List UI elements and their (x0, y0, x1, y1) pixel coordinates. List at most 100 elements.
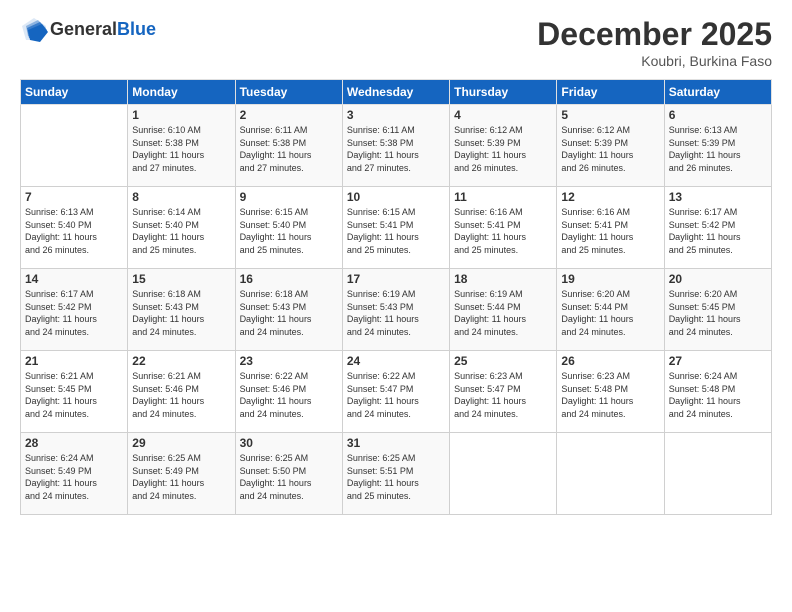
logo-blue: Blue (117, 19, 156, 39)
day-number: 31 (347, 436, 445, 450)
day-number: 6 (669, 108, 767, 122)
day-info: Sunrise: 6:19 AM Sunset: 5:44 PM Dayligh… (454, 288, 552, 338)
weekday-header-row: SundayMondayTuesdayWednesdayThursdayFrid… (21, 80, 772, 105)
day-number: 20 (669, 272, 767, 286)
calendar-cell: 3 Sunrise: 6:11 AM Sunset: 5:38 PM Daylig… (342, 105, 449, 187)
day-info: Sunrise: 6:23 AM Sunset: 5:47 PM Dayligh… (454, 370, 552, 420)
day-number: 5 (561, 108, 659, 122)
logo-text: GeneralBlue (50, 20, 156, 40)
day-number: 17 (347, 272, 445, 286)
day-info: Sunrise: 6:22 AM Sunset: 5:47 PM Dayligh… (347, 370, 445, 420)
calendar-cell: 15 Sunrise: 6:18 AM Sunset: 5:43 PM Dayli… (128, 269, 235, 351)
day-info: Sunrise: 6:23 AM Sunset: 5:48 PM Dayligh… (561, 370, 659, 420)
calendar-cell: 18 Sunrise: 6:19 AM Sunset: 5:44 PM Dayli… (450, 269, 557, 351)
calendar-cell: 12 Sunrise: 6:16 AM Sunset: 5:41 PM Dayli… (557, 187, 664, 269)
calendar-body: 1Sunrise: 6:10 AM Sunset: 5:38 PM Daylig… (21, 105, 772, 515)
day-number: 3 (347, 108, 445, 122)
weekday-header: Thursday (450, 80, 557, 105)
calendar-week-row: 21 Sunrise: 6:21 AM Sunset: 5:45 PM Dayli… (21, 351, 772, 433)
calendar: SundayMondayTuesdayWednesdayThursdayFrid… (20, 79, 772, 515)
day-number: 23 (240, 354, 338, 368)
page: GeneralBlue December 2025 Koubri, Burkin… (0, 0, 792, 612)
day-number: 21 (25, 354, 123, 368)
day-number: 11 (454, 190, 552, 204)
day-number: 14 (25, 272, 123, 286)
day-info: Sunrise: 6:21 AM Sunset: 5:46 PM Dayligh… (132, 370, 230, 420)
day-info: Sunrise: 6:11 AM Sunset: 5:38 PM Dayligh… (347, 124, 445, 174)
day-info: Sunrise: 6:15 AM Sunset: 5:41 PM Dayligh… (347, 206, 445, 256)
calendar-cell (664, 433, 771, 515)
calendar-cell: 1Sunrise: 6:10 AM Sunset: 5:38 PM Daylig… (128, 105, 235, 187)
weekday-header: Wednesday (342, 80, 449, 105)
day-info: Sunrise: 6:17 AM Sunset: 5:42 PM Dayligh… (669, 206, 767, 256)
day-info: Sunrise: 6:24 AM Sunset: 5:49 PM Dayligh… (25, 452, 123, 502)
calendar-week-row: 14 Sunrise: 6:17 AM Sunset: 5:42 PM Dayli… (21, 269, 772, 351)
day-number: 8 (132, 190, 230, 204)
logo: GeneralBlue (20, 16, 156, 44)
day-number: 7 (25, 190, 123, 204)
day-info: Sunrise: 6:25 AM Sunset: 5:51 PM Dayligh… (347, 452, 445, 502)
day-info: Sunrise: 6:25 AM Sunset: 5:49 PM Dayligh… (132, 452, 230, 502)
calendar-cell: 16 Sunrise: 6:18 AM Sunset: 5:43 PM Dayli… (235, 269, 342, 351)
day-number: 19 (561, 272, 659, 286)
day-number: 2 (240, 108, 338, 122)
calendar-week-row: 28 Sunrise: 6:24 AM Sunset: 5:49 PM Dayli… (21, 433, 772, 515)
day-info: Sunrise: 6:21 AM Sunset: 5:45 PM Dayligh… (25, 370, 123, 420)
calendar-cell: 31 Sunrise: 6:25 AM Sunset: 5:51 PM Dayli… (342, 433, 449, 515)
day-number: 24 (347, 354, 445, 368)
day-number: 25 (454, 354, 552, 368)
calendar-cell: 2 Sunrise: 6:11 AM Sunset: 5:38 PM Daylig… (235, 105, 342, 187)
calendar-cell: 26 Sunrise: 6:23 AM Sunset: 5:48 PM Dayli… (557, 351, 664, 433)
calendar-cell: 22 Sunrise: 6:21 AM Sunset: 5:46 PM Dayli… (128, 351, 235, 433)
calendar-cell: 19 Sunrise: 6:20 AM Sunset: 5:44 PM Dayli… (557, 269, 664, 351)
day-number: 22 (132, 354, 230, 368)
day-info: Sunrise: 6:12 AM Sunset: 5:39 PM Dayligh… (454, 124, 552, 174)
day-number: 29 (132, 436, 230, 450)
weekday-header: Tuesday (235, 80, 342, 105)
day-info: Sunrise: 6:11 AM Sunset: 5:38 PM Dayligh… (240, 124, 338, 174)
day-info: Sunrise: 6:13 AM Sunset: 5:40 PM Dayligh… (25, 206, 123, 256)
weekday-header: Friday (557, 80, 664, 105)
day-info: Sunrise: 6:10 AM Sunset: 5:38 PM Dayligh… (132, 124, 230, 174)
day-info: Sunrise: 6:15 AM Sunset: 5:40 PM Dayligh… (240, 206, 338, 256)
month-title: December 2025 (537, 16, 772, 53)
calendar-cell: 25 Sunrise: 6:23 AM Sunset: 5:47 PM Dayli… (450, 351, 557, 433)
calendar-cell: 29 Sunrise: 6:25 AM Sunset: 5:49 PM Dayli… (128, 433, 235, 515)
logo-icon (20, 16, 48, 44)
day-info: Sunrise: 6:25 AM Sunset: 5:50 PM Dayligh… (240, 452, 338, 502)
day-info: Sunrise: 6:13 AM Sunset: 5:39 PM Dayligh… (669, 124, 767, 174)
calendar-cell: 28 Sunrise: 6:24 AM Sunset: 5:49 PM Dayli… (21, 433, 128, 515)
day-info: Sunrise: 6:17 AM Sunset: 5:42 PM Dayligh… (25, 288, 123, 338)
day-info: Sunrise: 6:16 AM Sunset: 5:41 PM Dayligh… (561, 206, 659, 256)
calendar-cell: 27 Sunrise: 6:24 AM Sunset: 5:48 PM Dayli… (664, 351, 771, 433)
logo-general: General (50, 19, 117, 39)
day-info: Sunrise: 6:18 AM Sunset: 5:43 PM Dayligh… (132, 288, 230, 338)
calendar-cell (450, 433, 557, 515)
day-info: Sunrise: 6:16 AM Sunset: 5:41 PM Dayligh… (454, 206, 552, 256)
day-info: Sunrise: 6:20 AM Sunset: 5:44 PM Dayligh… (561, 288, 659, 338)
day-number: 26 (561, 354, 659, 368)
day-number: 10 (347, 190, 445, 204)
day-number: 30 (240, 436, 338, 450)
day-info: Sunrise: 6:12 AM Sunset: 5:39 PM Dayligh… (561, 124, 659, 174)
day-number: 12 (561, 190, 659, 204)
calendar-week-row: 7 Sunrise: 6:13 AM Sunset: 5:40 PM Daylig… (21, 187, 772, 269)
calendar-cell: 10 Sunrise: 6:15 AM Sunset: 5:41 PM Dayli… (342, 187, 449, 269)
day-number: 16 (240, 272, 338, 286)
day-number: 27 (669, 354, 767, 368)
header: GeneralBlue December 2025 Koubri, Burkin… (20, 16, 772, 69)
day-number: 18 (454, 272, 552, 286)
calendar-cell: 8Sunrise: 6:14 AM Sunset: 5:40 PM Daylig… (128, 187, 235, 269)
day-info: Sunrise: 6:20 AM Sunset: 5:45 PM Dayligh… (669, 288, 767, 338)
day-number: 4 (454, 108, 552, 122)
calendar-cell: 30 Sunrise: 6:25 AM Sunset: 5:50 PM Dayli… (235, 433, 342, 515)
calendar-cell: 6 Sunrise: 6:13 AM Sunset: 5:39 PM Daylig… (664, 105, 771, 187)
day-info: Sunrise: 6:24 AM Sunset: 5:48 PM Dayligh… (669, 370, 767, 420)
day-number: 15 (132, 272, 230, 286)
calendar-cell: 9Sunrise: 6:15 AM Sunset: 5:40 PM Daylig… (235, 187, 342, 269)
calendar-header: SundayMondayTuesdayWednesdayThursdayFrid… (21, 80, 772, 105)
day-number: 13 (669, 190, 767, 204)
day-info: Sunrise: 6:18 AM Sunset: 5:43 PM Dayligh… (240, 288, 338, 338)
day-info: Sunrise: 6:19 AM Sunset: 5:43 PM Dayligh… (347, 288, 445, 338)
day-number: 28 (25, 436, 123, 450)
